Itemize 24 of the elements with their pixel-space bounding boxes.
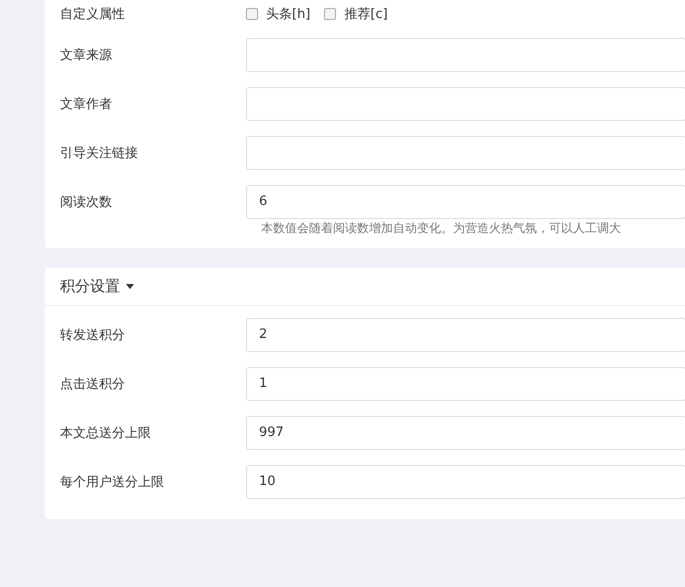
checkbox[interactable] xyxy=(324,8,336,20)
field-label: 自定义属性 xyxy=(59,6,126,23)
field-label: 每个用户送分上限 xyxy=(59,474,165,490)
checkbox-label: 推荐[c] xyxy=(344,6,388,23)
caret-icon[interactable] xyxy=(126,284,134,289)
text-field[interactable]: 10 xyxy=(246,464,685,498)
text-field[interactable] xyxy=(246,38,685,72)
field-label: 阅读次数 xyxy=(59,194,113,210)
text-field[interactable]: 2 xyxy=(246,318,685,352)
text-field[interactable] xyxy=(246,136,685,170)
text-field[interactable]: 1 xyxy=(246,366,685,400)
checkbox-label: 头条[h] xyxy=(266,6,310,23)
field-label: 文章来源 xyxy=(59,46,113,64)
field-label: 引导关注链接 xyxy=(59,144,139,162)
section-title: 积分设置 xyxy=(60,277,120,296)
field-label: 本文总送分上限 xyxy=(59,424,152,442)
help-text: 本数值会随着阅读数增加自动变化。为营造火热气氛，可以人工调大 xyxy=(261,220,622,236)
field-label: 点击送积分 xyxy=(59,376,126,392)
text-field[interactable] xyxy=(246,86,685,120)
checkbox[interactable] xyxy=(246,8,258,20)
text-field[interactable]: 997 xyxy=(246,416,685,450)
field-label: 文章作者 xyxy=(59,96,113,112)
text-field[interactable]: 6 xyxy=(246,184,685,218)
field-label: 转发送积分 xyxy=(59,326,126,344)
